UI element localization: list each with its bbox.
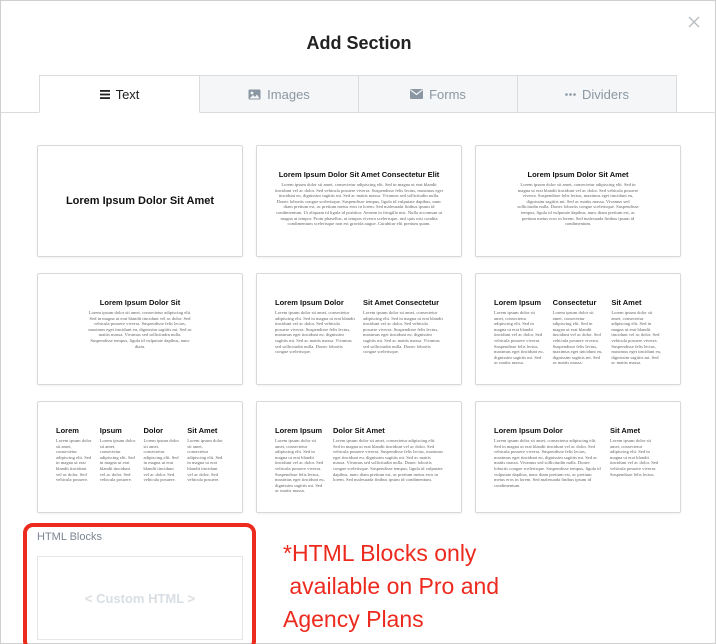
card-column-heading: Consectetur (552, 298, 597, 307)
card-column: Consectetur Lorem ipsum dolor sit amet, … (553, 298, 604, 366)
card-column: Ipsum Lorem ipsum dolor sit amet, consec… (100, 426, 137, 483)
custom-html-card[interactable]: < Custom HTML > (37, 556, 243, 640)
availability-note: *HTML Blocks only available on Pro and A… (283, 540, 500, 632)
card-column-heading: Dolor (143, 426, 164, 435)
section-template-card-3[interactable]: Lorem Ipsum Dolor Sit Amet Lorem ipsum d… (475, 145, 681, 257)
card-body-text: Lorem ipsum dolor sit amet, consectetur … (274, 182, 443, 227)
card-column-text: Lorem ipsum dolor sit amet, consectetur … (610, 438, 659, 477)
section-template-card-6[interactable]: Lorem Ipsum Lorem ipsum dolor sit amet, … (475, 273, 681, 385)
card-column-heading: Ipsum (99, 426, 122, 435)
card-column: Dolor Lorem ipsum dolor sit amet, consec… (144, 426, 181, 483)
card-column-heading: Lorem Ipsum (494, 298, 542, 307)
card-column: Lorem Ipsum Dolor Lorem ipsum dolor sit … (275, 298, 355, 355)
card-column-heading: Lorem (56, 426, 79, 435)
card-column: Dolor Sit Amet Lorem ipsum dolor sit ame… (333, 426, 443, 494)
section-template-card-4[interactable]: Lorem Ipsum Dolor Sit Lorem ipsum dolor … (37, 273, 243, 385)
card-column: Sit Amet Lorem ipsum dolor sit amet, con… (611, 298, 662, 366)
card-column-heading: Lorem Ipsum Dolor (494, 426, 563, 435)
card-column-text: Lorem ipsum dolor sit amet, consectetur … (56, 438, 92, 483)
card-heading: Lorem Ipsum Dolor Sit (99, 298, 181, 307)
card-column-text: Lorem ipsum dolor sit amet, consectetur … (275, 438, 325, 494)
close-icon (688, 16, 700, 28)
card-body-text: Lorem ipsum dolor sit amet, consectetur … (88, 310, 192, 349)
card-column: Sit Amet Lorem ipsum dolor sit amet, con… (610, 426, 662, 488)
card-column-text: Lorem ipsum dolor sit amet, consectetur … (494, 310, 544, 366)
tab-dividers[interactable]: Dividers (517, 75, 677, 113)
card-column-text: Lorem ipsum dolor sit amet, consectetur … (363, 310, 443, 355)
card-column: Lorem Ipsum Dolor Lorem ipsum dolor sit … (494, 426, 602, 488)
tab-text[interactable]: Text (39, 75, 200, 113)
tab-forms-label: Forms (429, 86, 466, 102)
card-column-text: Lorem ipsum dolor sit amet, consectetur … (143, 438, 179, 483)
modal-title: Add Section (306, 33, 412, 53)
card-column: Sit Amet Consectetur Lorem ipsum dolor s… (363, 298, 443, 355)
card-column-text: Lorem ipsum dolor sit amet, consectetur … (99, 438, 136, 483)
close-button[interactable] (685, 13, 703, 31)
card-column-text: Lorem ipsum dolor sit amet, consectetur … (275, 310, 355, 355)
section-tabs: Text Images Forms Dividers (39, 75, 677, 113)
tab-text-label: Text (115, 86, 140, 102)
add-section-modal: Add Section Text Images Forms Dividers L… (0, 0, 716, 644)
envelope-icon (410, 89, 424, 99)
tab-dividers-label: Dividers (582, 86, 629, 102)
section-template-card-5[interactable]: Lorem Ipsum Dolor Lorem ipsum dolor sit … (256, 273, 462, 385)
tab-images[interactable]: Images (199, 75, 359, 113)
tab-forms[interactable]: Forms (358, 75, 518, 113)
card-column-heading: Sit Amet (610, 426, 641, 435)
text-lines-icon (99, 89, 110, 99)
card-column-text: Lorem ipsum dolor sit amet, consectetur … (333, 438, 443, 483)
card-column-text: Lorem ipsum dolor sit amet, consectetur … (611, 310, 662, 366)
section-template-card-9[interactable]: Lorem Ipsum Dolor Lorem ipsum dolor sit … (475, 401, 681, 513)
image-icon (248, 89, 261, 100)
html-blocks-label: HTML Blocks (37, 531, 102, 543)
section-template-card-1[interactable]: Lorem Ipsum Dolor Sit Amet (37, 145, 243, 257)
card-column: Sit Amet Lorem ipsum dolor sit amet, con… (187, 426, 224, 483)
card-column-text: Lorem ipsum dolor sit amet, consectetur … (187, 438, 223, 483)
card-heading: Lorem Ipsum Dolor Sit Amet (527, 170, 629, 179)
card-column-heading: Lorem Ipsum (275, 426, 323, 435)
card-heading: Lorem Ipsum Dolor Sit Amet Consectetur E… (278, 170, 440, 179)
card-column-heading: Sit Amet (187, 426, 218, 435)
card-heading: Lorem Ipsum Dolor Sit Amet (65, 195, 215, 207)
card-column: Lorem Lorem ipsum dolor sit amet, consec… (56, 426, 93, 483)
card-column: Lorem Ipsum Lorem ipsum dolor sit amet, … (494, 298, 545, 366)
section-template-card-7[interactable]: Lorem Lorem ipsum dolor sit amet, consec… (37, 401, 243, 513)
ellipsis-icon (565, 92, 576, 96)
card-column-heading: Sit Amet Consectetur (363, 298, 439, 307)
section-template-card-8[interactable]: Lorem Ipsum Lorem ipsum dolor sit amet, … (256, 401, 462, 513)
card-column-text: Lorem ipsum dolor sit amet, consectetur … (494, 438, 601, 488)
card-column-heading: Sit Amet (611, 298, 642, 307)
card-column-heading: Dolor Sit Amet (333, 426, 385, 435)
card-column-text: Lorem ipsum dolor sit amet, consectetur … (552, 310, 603, 366)
tab-images-label: Images (267, 86, 310, 102)
card-column-heading: Lorem Ipsum Dolor (275, 298, 344, 307)
card-body-text: Lorem ipsum dolor sit amet, consectetur … (517, 182, 639, 227)
card-column: Lorem Ipsum Lorem ipsum dolor sit amet, … (275, 426, 325, 494)
section-template-card-2[interactable]: Lorem Ipsum Dolor Sit Amet Consectetur E… (256, 145, 462, 257)
